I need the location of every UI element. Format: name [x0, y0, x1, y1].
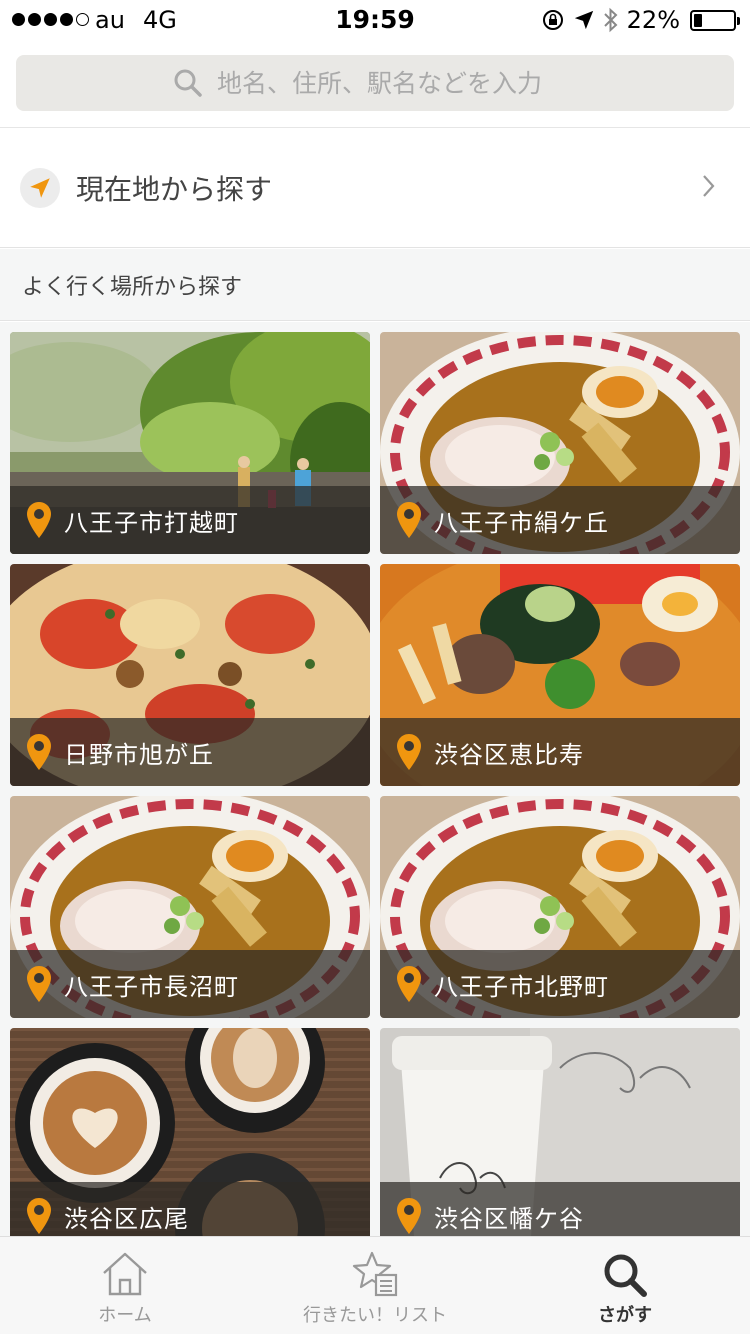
place-tile[interactable]: 渋谷区恵比寿: [380, 564, 740, 786]
map-pin-icon: [397, 1198, 421, 1234]
place-tile[interactable]: 日野市旭が丘: [10, 564, 370, 786]
current-location-label: 現在地から探す: [76, 172, 273, 206]
place-label-bar: 八王子市打越町: [10, 486, 370, 554]
chevron-right-icon: [703, 175, 715, 197]
frequent-places-grid: 八王子市打越町 八王子市絹ケ丘 日野市旭が丘 渋谷区恵比寿 八王子市長沼町 八王…: [0, 322, 750, 1236]
place-label-bar: 日野市旭が丘: [10, 718, 370, 786]
place-name: 八王子市絹ケ丘: [434, 508, 609, 537]
tab-home[interactable]: ホーム: [0, 1237, 250, 1334]
tab-label: 行きたい！リスト: [303, 1305, 447, 1326]
place-label-bar: 八王子市長沼町: [10, 950, 370, 1018]
place-label-bar: 八王子市北野町: [380, 950, 740, 1018]
search-bar: [0, 40, 750, 128]
tab-label: ホーム: [98, 1305, 152, 1326]
map-pin-icon: [397, 966, 421, 1002]
place-name: 渋谷区恵比寿: [434, 740, 584, 769]
battery-percent: 22%: [626, 6, 680, 34]
place-name: 日野市旭が丘: [64, 740, 214, 769]
search-input[interactable]: [217, 68, 577, 98]
map-pin-icon: [27, 966, 51, 1002]
search-field[interactable]: [16, 55, 734, 111]
tab-search[interactable]: さがす: [500, 1237, 750, 1334]
place-name: 八王子市北野町: [434, 972, 609, 1001]
home-icon: [103, 1252, 147, 1296]
place-name: 八王子市打越町: [64, 508, 239, 537]
place-label-bar: 渋谷区幡ケ谷: [380, 1182, 740, 1236]
place-name: 渋谷区幡ケ谷: [434, 1204, 584, 1233]
map-pin-icon: [27, 734, 51, 770]
status-bar: au 4G 19:59 22%: [0, 0, 750, 40]
search-icon: [604, 1254, 647, 1297]
star-list-icon: [352, 1251, 398, 1297]
rotation-lock-icon: [542, 10, 563, 30]
place-label-bar: 渋谷区恵比寿: [380, 718, 740, 786]
search-icon: [174, 69, 202, 97]
bottom-tab-bar: ホーム 行きたい！リスト さがす: [0, 1236, 750, 1334]
map-pin-icon: [397, 502, 421, 538]
place-tile[interactable]: 渋谷区幡ケ谷: [380, 1028, 740, 1236]
place-tile[interactable]: 八王子市北野町: [380, 796, 740, 1018]
place-tile[interactable]: 八王子市絹ケ丘: [380, 332, 740, 554]
place-tile[interactable]: 渋谷区広尾: [10, 1028, 370, 1236]
place-name: 渋谷区広尾: [64, 1204, 189, 1233]
search-from-current-location[interactable]: 現在地から探す: [0, 128, 750, 248]
battery-fill: [694, 13, 702, 27]
section-header: よく行く場所から探す: [0, 249, 750, 321]
battery-icon: [690, 9, 740, 31]
map-pin-icon: [27, 1198, 51, 1234]
tab-wishlist[interactable]: 行きたい！リスト: [250, 1237, 500, 1334]
bluetooth-icon: [603, 7, 618, 33]
location-arrow-icon: [20, 167, 60, 208]
tab-label: さがす: [598, 1305, 652, 1326]
place-label-bar: 渋谷区広尾: [10, 1182, 370, 1236]
location-services-icon: [574, 10, 593, 30]
map-pin-icon: [397, 734, 421, 770]
map-pin-icon: [27, 502, 51, 538]
place-name: 八王子市長沼町: [64, 972, 239, 1001]
place-tile[interactable]: 八王子市打越町: [10, 332, 370, 554]
place-tile[interactable]: 八王子市長沼町: [10, 796, 370, 1018]
section-title: よく行く場所から探す: [22, 274, 243, 300]
place-label-bar: 八王子市絹ケ丘: [380, 486, 740, 554]
